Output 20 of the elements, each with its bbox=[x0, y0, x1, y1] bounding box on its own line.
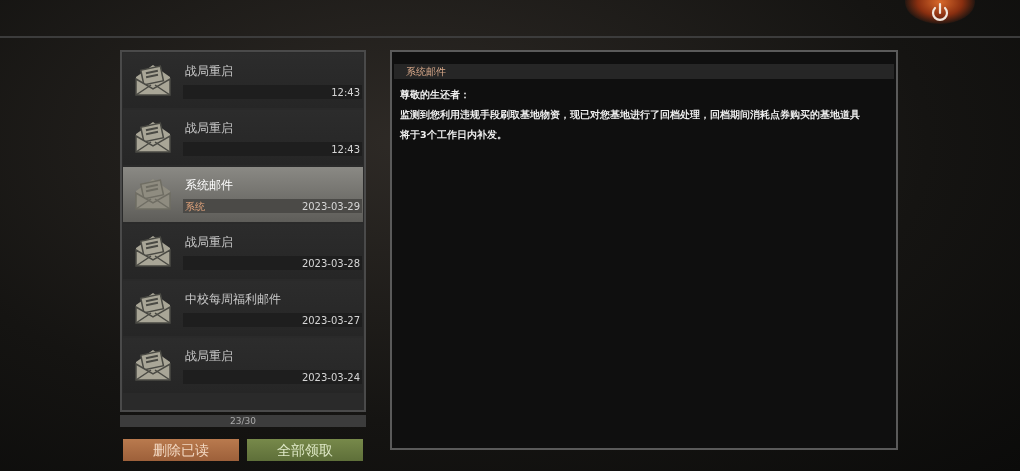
mail-greeting: 尊敬的生还者： bbox=[399, 88, 471, 102]
mail-time: 2023-03-27 bbox=[301, 313, 360, 328]
mail-time: 12:43 bbox=[331, 142, 360, 157]
mail-item[interactable]: 系统邮件 系统 2023-03-29 bbox=[123, 167, 363, 222]
mail-subject: 系统邮件 bbox=[394, 64, 894, 79]
mail-body: 监测到您利用违规手段刷取基地物资，现已对您基地进行了回档处理，回档期间消耗点券购买的基地道具将于3个工作日内补发。 bbox=[398, 108, 861, 142]
claim-all-button[interactable]: 全部领取 bbox=[247, 439, 363, 461]
mail-sender: 系统 bbox=[185, 199, 205, 214]
mail-title: 战局重启 bbox=[185, 120, 234, 137]
power-icon[interactable] bbox=[929, 2, 951, 24]
mail-title: 系统邮件 bbox=[185, 177, 234, 194]
mail-time: 12:43 bbox=[331, 85, 360, 100]
mail-time: 2023-03-28 bbox=[301, 256, 360, 271]
mail-title: 战局重启 bbox=[185, 63, 234, 80]
mail-title: 战局重启 bbox=[185, 234, 234, 251]
mail-time: 2023-03-29 bbox=[301, 199, 360, 214]
mail-counter: 23/30 bbox=[120, 415, 366, 427]
mail-title: 中校每周福利邮件 bbox=[185, 291, 282, 308]
mail-time: 2023-03-24 bbox=[301, 370, 360, 385]
mail-title: 战局重启 bbox=[185, 348, 234, 365]
